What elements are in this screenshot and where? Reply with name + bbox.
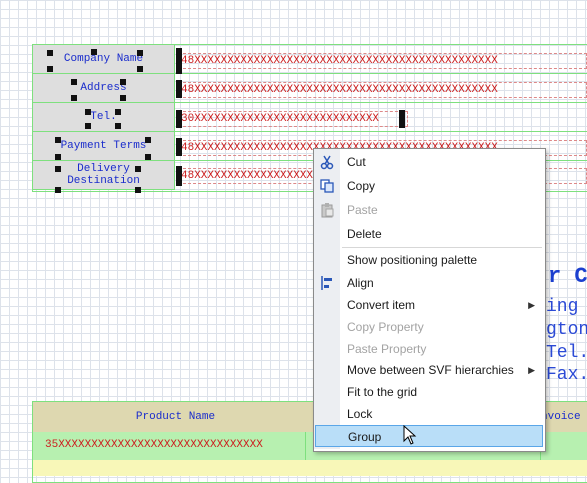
align-icon xyxy=(319,275,335,291)
selection-handle[interactable] xyxy=(145,154,151,160)
scissors-icon xyxy=(319,154,335,170)
menu-item-label: Lock xyxy=(347,407,373,421)
company-info-line: ing xyxy=(546,297,579,317)
label-tel[interactable]: Tel. xyxy=(33,103,174,132)
paste-icon xyxy=(319,202,335,218)
selection-handle[interactable] xyxy=(85,109,91,115)
menu-item-label: Show positioning palette xyxy=(347,253,478,267)
menu-item-label: Cut xyxy=(347,155,366,169)
selection-handle[interactable] xyxy=(47,50,53,56)
document-title-fragment: r C xyxy=(548,264,587,289)
selection-handle[interactable] xyxy=(47,66,53,72)
company-info-line: Fax. xyxy=(546,365,587,385)
selection-handle[interactable] xyxy=(55,137,61,143)
mouse-cursor-icon xyxy=(403,424,417,445)
menu-item-show-positioning-palette[interactable]: Show positioning palette xyxy=(315,249,543,271)
company-info-line: Tel. xyxy=(546,343,587,363)
selection-handle[interactable] xyxy=(55,187,61,193)
menu-separator xyxy=(342,247,542,248)
selection-handle[interactable] xyxy=(91,49,97,55)
menu-item-label: Paste Property xyxy=(347,342,427,356)
selection-handle[interactable] xyxy=(85,123,91,129)
menu-item-fit-to-the-grid[interactable]: Fit to the grid xyxy=(315,381,543,403)
menu-item-align[interactable]: Align xyxy=(315,272,543,294)
menu-item-label: Group xyxy=(348,430,382,444)
label-company-name[interactable]: Company Name xyxy=(33,45,174,74)
menu-item-move-between-svf-hierarchies[interactable]: Move between SVF hierarchies ▶ xyxy=(315,359,543,381)
selection-handle[interactable] xyxy=(176,48,182,74)
selection-handle[interactable] xyxy=(71,95,77,101)
menu-item-cut[interactable]: Cut xyxy=(315,151,543,173)
row-divider xyxy=(33,131,587,132)
menu-item-label: Fit to the grid xyxy=(347,385,418,399)
selection-handle[interactable] xyxy=(399,110,405,128)
menu-item-paste[interactable]: Paste xyxy=(315,199,543,221)
menu-item-copy[interactable]: Copy xyxy=(315,175,543,197)
menu-item-label: Align xyxy=(347,276,374,290)
selection-handle[interactable] xyxy=(120,79,126,85)
selection-handle[interactable] xyxy=(115,123,121,129)
selection-handle[interactable] xyxy=(176,80,182,98)
field-company-name[interactable]: 48XXXXXXXXXXXXXXXXXXXXXXXXXXXXXXXXXXXXXX… xyxy=(178,53,587,69)
selection-handle[interactable] xyxy=(145,137,151,143)
field-tel[interactable]: 30XXXXXXXXXXXXXXXXXXXXXXXXXXXX xyxy=(178,111,408,127)
menu-item-convert-item[interactable]: Convert item ▶ xyxy=(315,294,543,316)
table-header-product-name[interactable]: Product Name xyxy=(33,402,318,432)
table-cell-product-name[interactable]: 35XXXXXXXXXXXXXXXXXXXXXXXXXXXXXXX xyxy=(45,439,263,451)
selection-handle[interactable] xyxy=(137,50,143,56)
selection-handle[interactable] xyxy=(55,154,61,160)
selection-handle[interactable] xyxy=(176,166,182,186)
selection-handle[interactable] xyxy=(120,95,126,101)
menu-item-label: Convert item xyxy=(347,298,416,312)
label-delivery-line2: Destination xyxy=(67,175,140,187)
selection-handle[interactable] xyxy=(135,166,141,172)
menu-item-paste-property[interactable]: Paste Property xyxy=(315,338,543,360)
copy-icon xyxy=(319,178,335,194)
menu-item-label: Copy xyxy=(347,179,376,193)
selection-handle[interactable] xyxy=(137,66,143,72)
submenu-arrow-icon: ▶ xyxy=(528,365,535,375)
label-address[interactable]: Address xyxy=(33,74,174,103)
menu-item-label: Paste xyxy=(347,203,378,217)
menu-item-delete[interactable]: Delete xyxy=(315,223,543,245)
field-address[interactable]: 48XXXXXXXXXXXXXXXXXXXXXXXXXXXXXXXXXXXXXX… xyxy=(178,82,587,98)
row-divider xyxy=(33,73,587,74)
selection-handle[interactable] xyxy=(115,109,121,115)
company-info-line: gton, xyxy=(546,320,587,340)
table-header-invoice[interactable]: nvoice xyxy=(541,402,587,432)
selection-handle[interactable] xyxy=(135,187,141,193)
menu-item-label: Delete xyxy=(347,227,382,241)
submenu-arrow-icon: ▶ xyxy=(528,300,535,310)
row-divider xyxy=(33,102,587,103)
menu-item-label: Copy Property xyxy=(347,320,424,334)
column-divider xyxy=(174,44,175,190)
selection-handle[interactable] xyxy=(55,166,61,172)
column-divider xyxy=(305,432,306,460)
menu-item-copy-property[interactable]: Copy Property xyxy=(315,316,543,338)
selection-handle[interactable] xyxy=(176,138,182,156)
menu-item-group[interactable]: Group xyxy=(315,425,543,447)
selection-handle[interactable] xyxy=(176,110,182,128)
menu-item-label: Move between SVF hierarchies xyxy=(347,363,514,377)
selection-handle[interactable] xyxy=(71,79,77,85)
menu-item-lock[interactable]: Lock xyxy=(315,403,543,425)
